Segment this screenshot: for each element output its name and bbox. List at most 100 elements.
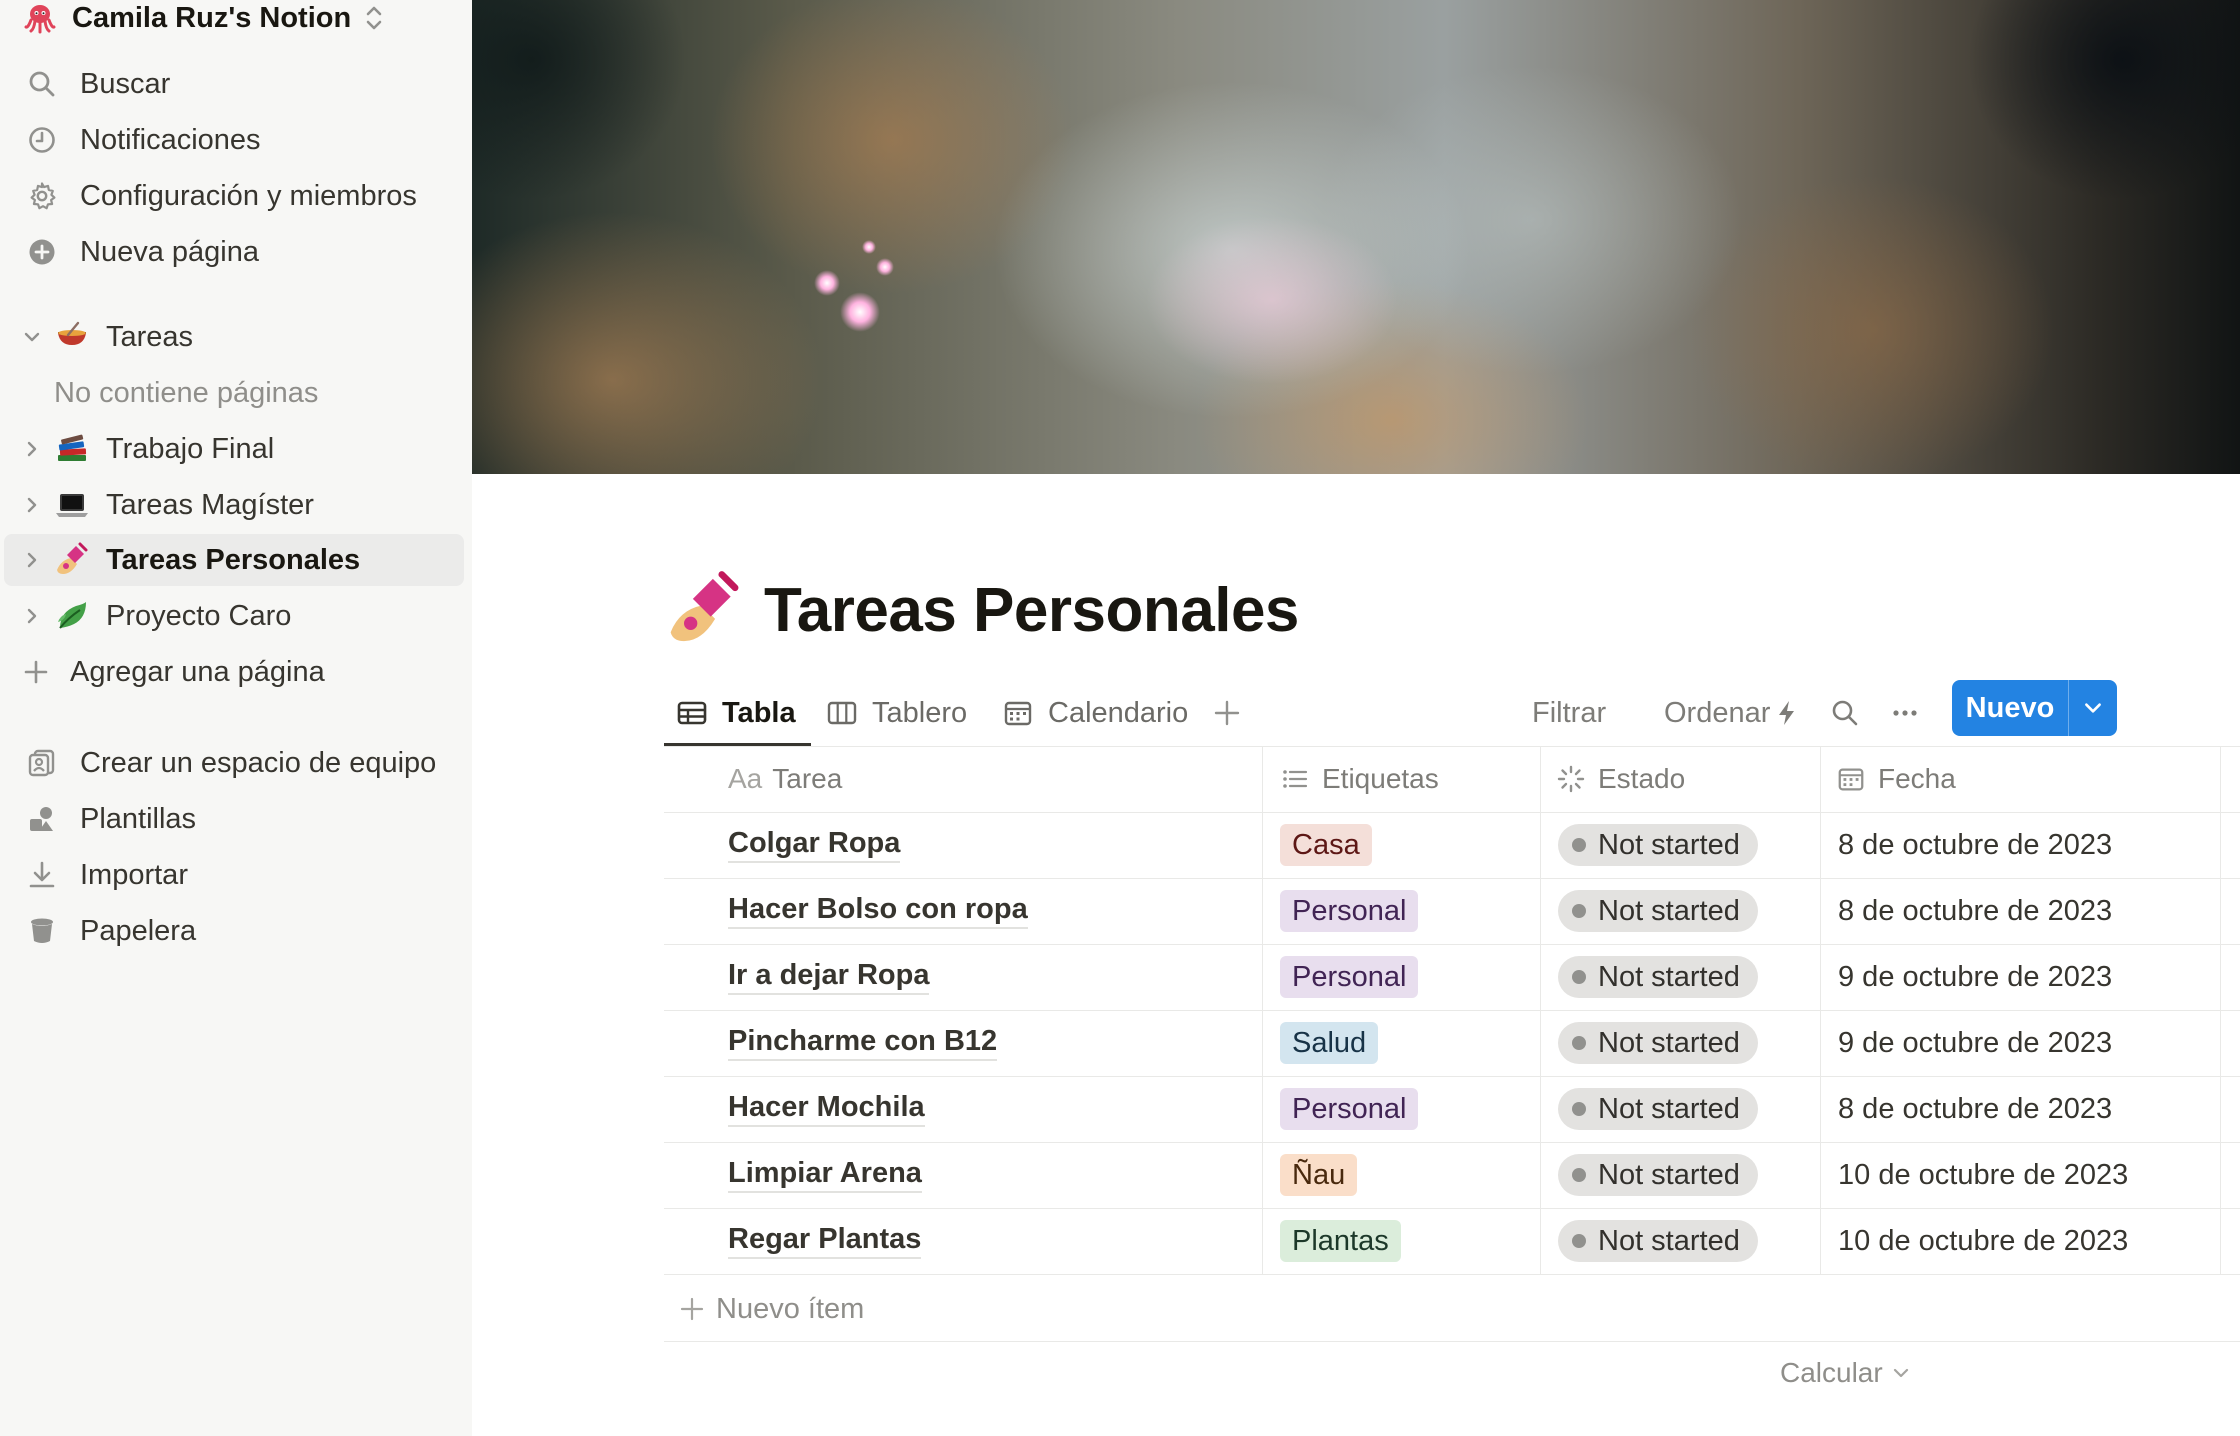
laptop-icon [52, 485, 92, 525]
sidebar-item-templates[interactable]: Plantillas [0, 793, 472, 845]
column-header-tarea[interactable]: Aa Tarea [728, 746, 842, 812]
column-header-label: Etiquetas [1322, 763, 1439, 794]
task-title[interactable]: Hacer Mochila [728, 1091, 925, 1127]
page-title[interactable]: Tareas Personales [764, 575, 1299, 646]
chevron-right-icon[interactable] [22, 606, 42, 626]
page-cover[interactable] [472, 0, 2240, 474]
date-cell[interactable]: 10 de octubre de 2023 [1838, 1208, 2128, 1274]
column-header-fecha[interactable]: Fecha [1836, 746, 1956, 812]
task-title[interactable]: Colgar Ropa [728, 827, 901, 863]
task-title[interactable]: Ir a dejar Ropa [728, 959, 930, 995]
new-dropdown-button[interactable] [2069, 680, 2117, 736]
sidebar-page-trabajo-final[interactable]: Trabajo Final [0, 423, 472, 475]
tab-tablero[interactable]: Tablero [826, 680, 967, 746]
task-cell[interactable]: Colgar Ropa [728, 812, 901, 878]
new-item-button[interactable]: Nuevo ítem [664, 1278, 864, 1340]
status-cell[interactable]: Not started [1558, 1208, 1758, 1274]
status-badge: Not started [1558, 1022, 1758, 1064]
status-cell[interactable]: Not started [1558, 878, 1758, 944]
sidebar-page-tareas-magister[interactable]: Tareas Magíster [0, 479, 472, 531]
tag-cell[interactable]: Plantas [1280, 1208, 1401, 1274]
filter-button[interactable]: Filtrar [1532, 680, 1606, 746]
status-badge: Not started [1558, 824, 1758, 866]
date-cell[interactable]: 9 de octubre de 2023 [1838, 1010, 2112, 1076]
status-cell[interactable]: Not started [1558, 1076, 1758, 1142]
task-title[interactable]: Limpiar Arena [728, 1157, 922, 1193]
task-cell[interactable]: Hacer Mochila [728, 1076, 925, 1142]
calculate-button[interactable]: Calcular [1780, 1345, 1911, 1401]
filter-label: Filtrar [1532, 696, 1607, 729]
task-title[interactable]: Pincharme con B12 [728, 1025, 998, 1061]
task-cell[interactable]: Hacer Bolso con ropa [728, 878, 1028, 944]
task-title[interactable]: Hacer Bolso con ropa [728, 893, 1028, 929]
chevron-right-icon[interactable] [22, 439, 42, 459]
sidebar-page-label: Proyecto Caro [106, 599, 292, 632]
date-cell[interactable]: 10 de octubre de 2023 [1838, 1142, 2128, 1208]
status-cell[interactable]: Not started [1558, 1010, 1758, 1076]
date-cell[interactable]: 8 de octubre de 2023 [1838, 878, 2112, 944]
sidebar-page-tareas[interactable]: Tareas [0, 311, 472, 363]
workspace-switcher[interactable]: Camila Ruz's Notion [0, 0, 472, 44]
new-button-label[interactable]: Nuevo [1952, 680, 2068, 736]
sidebar-item-trash[interactable]: Papelera [0, 905, 472, 957]
column-header-etiquetas[interactable]: Etiquetas [1280, 746, 1439, 812]
table-row[interactable]: Hacer Mochila Personal Not started 8 de … [664, 1076, 2240, 1142]
tag-cell[interactable]: Casa [1280, 812, 1372, 878]
table-row[interactable]: Hacer Bolso con ropa Personal Not starte… [664, 878, 2240, 944]
tag-cell[interactable]: Personal [1280, 944, 1419, 1010]
tag-cell[interactable]: Personal [1280, 878, 1419, 944]
sidebar-item-notifications[interactable]: Notificaciones [0, 114, 472, 166]
sidebar-item-search[interactable]: Buscar [0, 58, 472, 110]
task-cell[interactable]: Ir a dejar Ropa [728, 944, 930, 1010]
task-cell[interactable]: Pincharme con B12 [728, 1010, 998, 1076]
chevron-down-icon[interactable] [22, 327, 42, 347]
column-header-estado[interactable]: Estado [1556, 746, 1685, 812]
sidebar-item-import[interactable]: Importar [0, 849, 472, 901]
table-row[interactable]: Regar Plantas Plantas Not started 10 de … [664, 1208, 2240, 1274]
nail-polish-icon[interactable] [664, 570, 744, 650]
status-dot [1572, 904, 1586, 918]
sidebar-page-tareas-personales[interactable]: Tareas Personales [4, 534, 464, 586]
sidebar-item-teamspace[interactable]: Crear un espacio de equipo [0, 737, 472, 789]
status-cell[interactable]: Not started [1558, 944, 1758, 1010]
list-icon [1283, 770, 1308, 788]
tag-cell[interactable]: Salud [1280, 1010, 1379, 1076]
add-page-button[interactable]: Agregar una página [0, 646, 472, 698]
sidebar-item-settings[interactable]: Configuración y miembros [0, 170, 472, 222]
view-toolbar: Tabla Tablero Calendario Filtrar Ordenar… [664, 680, 2240, 746]
date-cell[interactable]: 8 de octubre de 2023 [1838, 812, 2112, 878]
table-row[interactable]: Pincharme con B12 Salud Not started 9 de… [664, 1010, 2240, 1076]
sidebar-page-proyecto-caro[interactable]: Proyecto Caro [0, 590, 472, 642]
task-cell[interactable]: Limpiar Arena [728, 1142, 922, 1208]
tab-tabla[interactable]: Tabla [676, 680, 796, 746]
more-options-button[interactable] [1890, 680, 1920, 746]
tab-calendario[interactable]: Calendario [1002, 680, 1188, 746]
table-row[interactable]: Colgar Ropa Casa Not started 8 de octubr… [664, 812, 2240, 878]
status-cell[interactable]: Not started [1558, 812, 1758, 878]
task-title[interactable]: Regar Plantas [728, 1223, 922, 1259]
table-row[interactable]: Ir a dejar Ropa Personal Not started 9 d… [664, 944, 2240, 1010]
nail-polish-icon [52, 540, 92, 580]
new-record-button[interactable]: Nuevo [1952, 680, 2117, 736]
task-cell[interactable]: Regar Plantas [728, 1208, 922, 1274]
sidebar-item-label: Papelera [80, 914, 197, 947]
plus-circle-icon [24, 234, 60, 270]
search-button[interactable] [1830, 680, 1860, 746]
date-cell[interactable]: 9 de octubre de 2023 [1838, 944, 2112, 1010]
automation-button[interactable] [1772, 680, 1802, 746]
date-value: 9 de octubre de 2023 [1838, 960, 2113, 993]
table-row[interactable]: Limpiar Arena Ñau Not started 10 de octu… [664, 1142, 2240, 1208]
table-icon [677, 701, 707, 725]
date-cell[interactable]: 8 de octubre de 2023 [1838, 1076, 2112, 1142]
date-value: 10 de octubre de 2023 [1838, 1158, 2129, 1191]
tag-cell[interactable]: Personal [1280, 1076, 1419, 1142]
tag-chip: Personal [1280, 956, 1419, 998]
tag-cell[interactable]: Ñau [1280, 1142, 1358, 1208]
sort-button[interactable]: Ordenar [1664, 680, 1770, 746]
add-view-button[interactable] [1212, 680, 1242, 746]
sidebar-item-new-page[interactable]: Nueva página [0, 226, 472, 278]
calendar-icon [1004, 701, 1032, 726]
chevron-right-icon[interactable] [22, 495, 42, 515]
status-cell[interactable]: Not started [1558, 1142, 1758, 1208]
chevron-right-icon[interactable] [22, 550, 42, 570]
